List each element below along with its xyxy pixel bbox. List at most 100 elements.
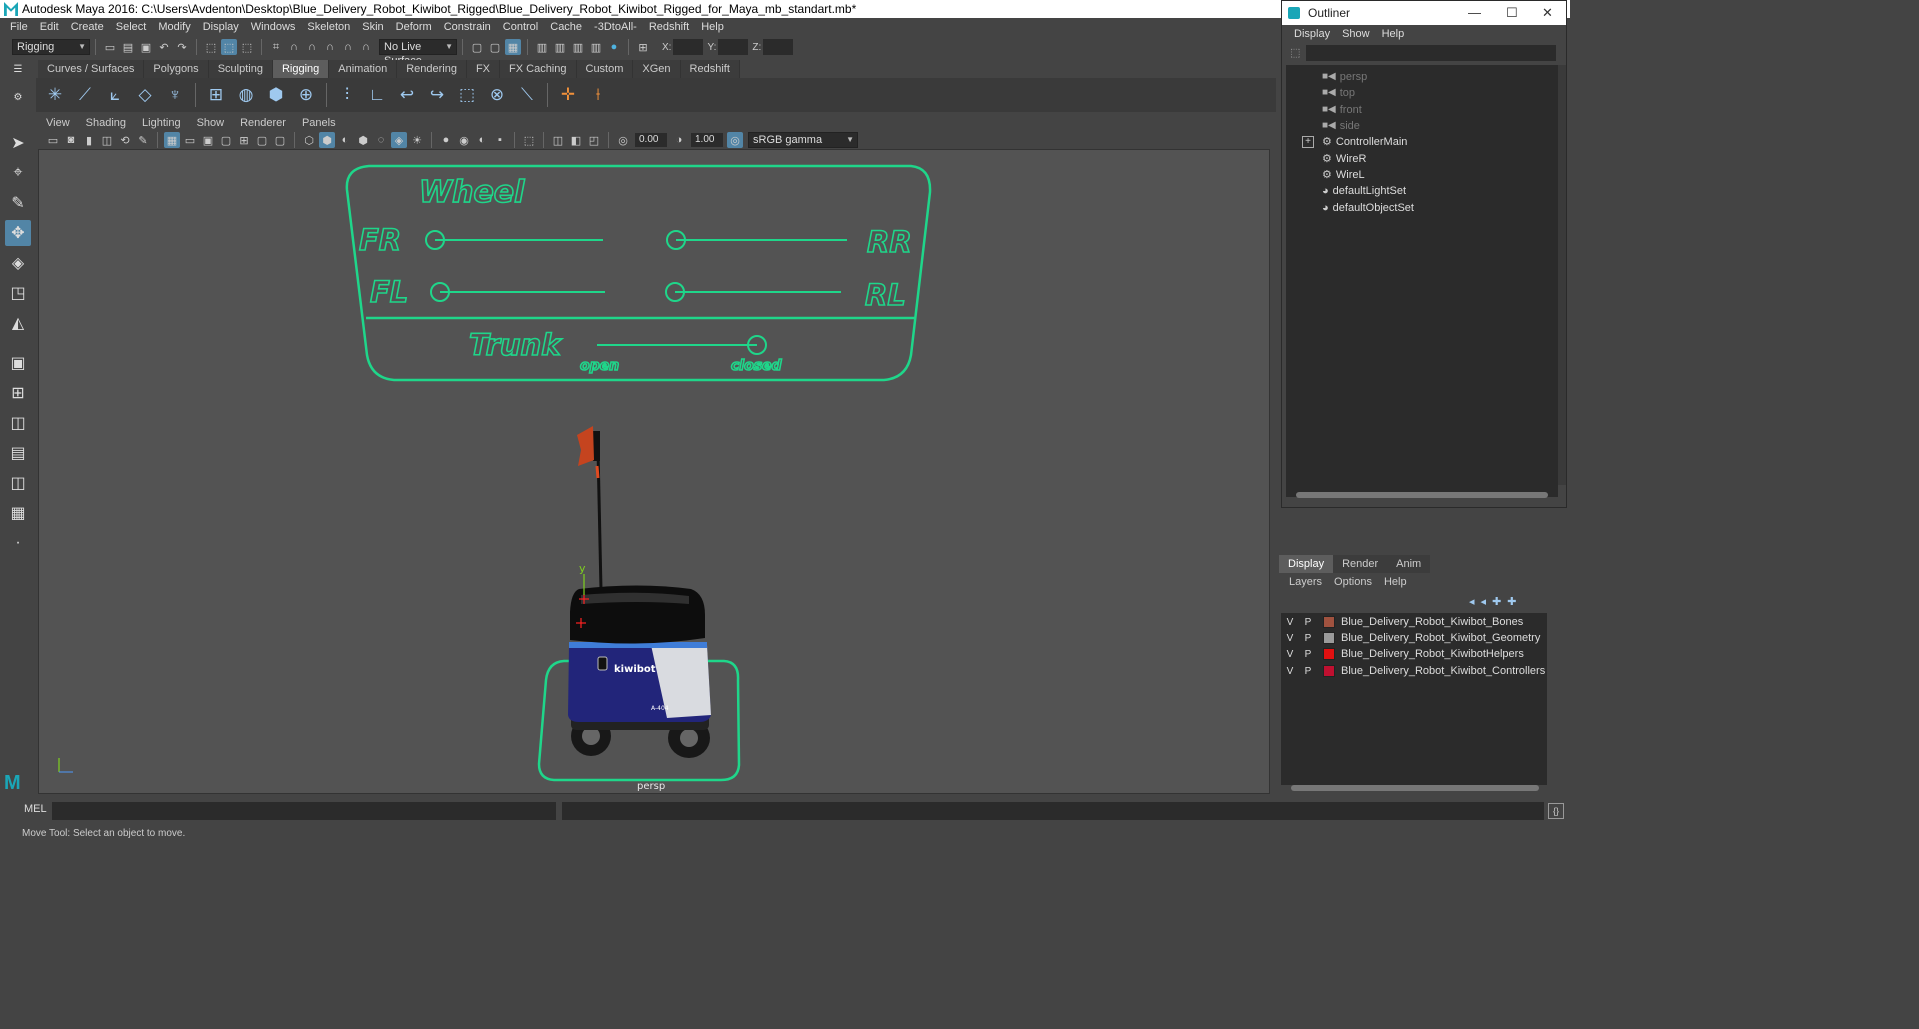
rotate-tool-icon[interactable]: ◈ — [5, 250, 31, 276]
menu-create[interactable]: Create — [65, 18, 110, 36]
input-ops-icon[interactable]: ▢ — [469, 39, 485, 55]
x-field[interactable] — [673, 39, 704, 55]
viewport-menu-show[interactable]: Show — [189, 115, 233, 131]
outliner-node-controllermain[interactable]: + ⚙ ControllerMain — [1286, 134, 1556, 150]
shelf-menu-icon[interactable]: ☰ — [5, 62, 31, 76]
joint-tool-icon[interactable]: ✳ — [42, 82, 68, 108]
select-object-icon[interactable]: ⬚ — [221, 39, 237, 55]
render-sphere-icon[interactable]: ● — [606, 39, 622, 55]
open-scene-icon[interactable]: ▤ — [120, 39, 136, 55]
exposure-icon[interactable]: ◎ — [615, 132, 631, 148]
wireframe-icon[interactable]: ⬡ — [301, 132, 317, 148]
redo-icon[interactable]: ↷ — [174, 39, 190, 55]
outliner-node-side[interactable]: ■◀ side — [1286, 118, 1556, 134]
insert-joint-icon[interactable]: ◇ — [132, 82, 158, 108]
layer-row-geometry[interactable]: V P Blue_Delivery_Robot_Kiwibot_Geometry — [1281, 630, 1547, 646]
tab-fx-caching[interactable]: FX Caching — [500, 60, 577, 78]
textured-icon[interactable]: ◌ — [373, 132, 389, 148]
outliner-filter-icon[interactable]: ⬚ — [1290, 46, 1304, 60]
outliner-node-persp[interactable]: ■◀ persp — [1286, 69, 1556, 85]
rigid-bind-icon[interactable]: ∟ — [364, 82, 390, 108]
shadows-icon[interactable]: ● — [438, 132, 454, 148]
copy-weights-icon[interactable]: ⬚ — [454, 82, 480, 108]
live-surface-field[interactable]: No Live Surface — [379, 39, 457, 67]
tab-fx[interactable]: FX — [466, 60, 501, 78]
lattice-icon[interactable]: ⊞ — [203, 82, 229, 108]
layer-color-swatch[interactable] — [1323, 648, 1335, 660]
hypershade-icon[interactable]: ▥ — [588, 39, 604, 55]
tab-anim-layers[interactable]: Anim — [1387, 555, 1431, 573]
isolate-select-icon[interactable]: ⬚ — [521, 132, 537, 148]
menu-select[interactable]: Select — [110, 18, 153, 36]
snap-magnet-icon[interactable]: ∩ — [358, 39, 374, 55]
tab-rigging[interactable]: Rigging — [272, 60, 330, 78]
smooth-shade-icon[interactable]: ⬢ — [319, 132, 335, 148]
hypershade-layout-icon[interactable]: ▦ — [5, 500, 31, 526]
layer-row-bones[interactable]: V P Blue_Delivery_Robot_Kiwibot_Bones — [1281, 614, 1547, 630]
camera-attr-icon[interactable]: ◙ — [63, 132, 79, 148]
select-tool-icon[interactable]: ➤ — [5, 130, 31, 156]
more-layouts-icon[interactable]: · — [5, 530, 31, 556]
snap-surface-icon[interactable]: ∩ — [340, 39, 356, 55]
z-field[interactable] — [763, 39, 794, 55]
default-material-icon[interactable]: ◐ — [337, 132, 353, 148]
bind-skin-icon[interactable]: ⫶ — [334, 82, 360, 108]
last-tool-icon[interactable]: ◭ — [5, 310, 31, 336]
side-layout-icon[interactable]: ◫ — [5, 410, 31, 436]
viewport-menu-shading[interactable]: Shading — [78, 115, 134, 131]
menu-windows[interactable]: Windows — [245, 18, 302, 36]
safe-title-icon[interactable]: ▢ — [272, 132, 288, 148]
humanik-icon[interactable]: ♆ — [162, 82, 188, 108]
backface-cull-icon[interactable]: ◰ — [586, 132, 602, 148]
mirror-weights-icon[interactable]: ↪ — [424, 82, 450, 108]
tab-display-layers[interactable]: Display — [1279, 555, 1334, 573]
layer-row-controllers[interactable]: V P Blue_Delivery_Robot_Kiwibot_Controll… — [1281, 663, 1547, 679]
two-d-pan-icon[interactable]: ⟲ — [117, 132, 133, 148]
viewport-menu-lighting[interactable]: Lighting — [134, 115, 189, 131]
menu-skeleton[interactable]: Skeleton — [301, 18, 356, 36]
snap-view-icon[interactable]: ∩ — [322, 39, 338, 55]
script-editor-icon[interactable]: {} — [1548, 803, 1564, 819]
layer-menu-options[interactable]: Options — [1328, 573, 1378, 591]
tab-redshift[interactable]: Redshift — [680, 60, 740, 78]
menu-help[interactable]: Help — [695, 18, 730, 36]
viewport-menu-panels[interactable]: Panels — [294, 115, 344, 131]
use-lights-icon[interactable]: ☀ — [409, 132, 425, 148]
scale-tool-icon[interactable]: ◳ — [5, 280, 31, 306]
viewport-menu-view[interactable]: View — [38, 115, 78, 131]
render-frame-icon[interactable]: ▥ — [534, 39, 550, 55]
tab-polygons[interactable]: Polygons — [144, 60, 209, 78]
tab-rendering[interactable]: Rendering — [397, 60, 467, 78]
outliner-horizontal-scrollbar[interactable] — [1296, 492, 1548, 498]
grease-pencil-icon[interactable]: ✎ — [135, 132, 151, 148]
outliner-node-top[interactable]: ■◀ top — [1286, 85, 1556, 101]
expand-icon[interactable]: + — [1302, 136, 1314, 148]
paint-weights-icon[interactable]: ↩ — [394, 82, 420, 108]
image-plane-icon[interactable]: ◫ — [99, 132, 115, 148]
menu-skin[interactable]: Skin — [356, 18, 389, 36]
tab-xgen[interactable]: XGen — [633, 60, 681, 78]
color-management-icon[interactable]: ◎ — [727, 132, 743, 148]
layer-visibility-toggle[interactable]: V — [1281, 666, 1299, 677]
gate-mask-icon[interactable]: ▢ — [218, 132, 234, 148]
graph-layout-icon[interactable]: ◫ — [5, 470, 31, 496]
layer-row-helpers[interactable]: V P Blue_Delivery_Robot_KiwibotHelpers — [1281, 646, 1547, 662]
maximize-icon[interactable]: ☐ — [1506, 1, 1518, 25]
snap-point-icon[interactable]: ∩ — [304, 39, 320, 55]
ipr-render-icon[interactable]: ▥ — [552, 39, 568, 55]
tab-animation[interactable]: Animation — [329, 60, 398, 78]
soft-mod-icon[interactable]: ⊕ — [293, 82, 319, 108]
xray-joints-icon[interactable]: ◫ — [550, 132, 566, 148]
layer-playback-toggle[interactable]: P — [1299, 633, 1317, 644]
command-input[interactable] — [52, 802, 556, 820]
single-layout-icon[interactable]: ▣ — [5, 350, 31, 376]
select-component-icon[interactable]: ⬚ — [239, 39, 255, 55]
film-gate-icon[interactable]: ▭ — [182, 132, 198, 148]
menu-constrain[interactable]: Constrain — [438, 18, 497, 36]
layer-color-swatch[interactable] — [1323, 665, 1335, 677]
outliner-node-defaultobjectset[interactable]: ◕ defaultObjectSet — [1286, 200, 1556, 216]
tab-curves-surfaces[interactable]: Curves / Surfaces — [38, 60, 145, 78]
move-layer-down-icon[interactable]: ◂ — [1481, 595, 1487, 608]
snap-grid-icon[interactable]: ⌗ — [268, 39, 284, 55]
menu-display[interactable]: Display — [197, 18, 245, 36]
